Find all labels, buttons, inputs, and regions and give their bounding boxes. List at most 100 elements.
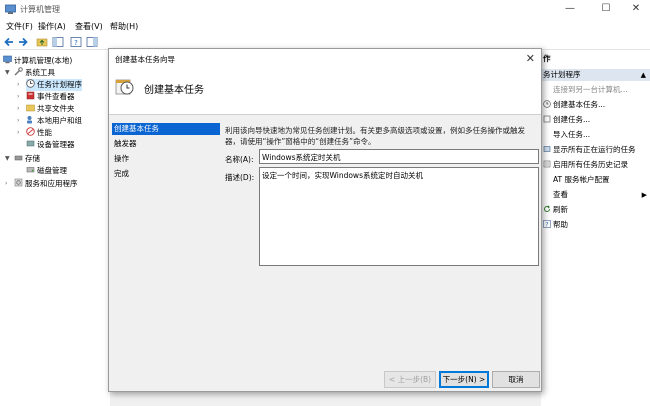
window-titlebar: 计算机管理 — ☐ ✕	[0, 0, 650, 19]
tree-item-services-apps[interactable]: 服务和应用程序	[14, 178, 78, 190]
tree-item-label: 任务计划程序	[37, 80, 82, 89]
show-tree-icon[interactable]	[52, 36, 64, 48]
wizard-header: 创建基本任务	[109, 69, 541, 115]
step-create-basic-task[interactable]: 创建基本任务	[112, 123, 220, 135]
tree-item-system-tools[interactable]: 系统工具	[14, 67, 55, 79]
collapse-arrow-icon[interactable]: ▼	[5, 67, 10, 79]
step-finish[interactable]: 完成	[112, 168, 220, 180]
actions-pane: 作 务计划程序 ▲ 连接到另一台计算机... 创建基本任务... 创建任务...…	[541, 52, 650, 406]
collapse-arrow-icon[interactable]: ▼	[5, 153, 10, 165]
minimize-button[interactable]: —	[560, 2, 580, 16]
device-manager-icon	[26, 140, 35, 147]
tree-item-label: 本地用户和组	[37, 116, 82, 125]
action-import-task[interactable]: 导入任务...	[543, 129, 590, 141]
tree-item-disk-management[interactable]: 磁盘管理	[26, 165, 67, 177]
action-enable-history[interactable]: 启用所有任务历史记录	[543, 159, 628, 171]
section-label: 务计划程序	[543, 70, 581, 79]
tools-icon	[14, 67, 23, 76]
horizontal-scrollbar[interactable]	[110, 390, 541, 406]
wizard-title: 创建基本任务向导	[115, 55, 175, 64]
tree-item-label: 磁盘管理	[37, 166, 67, 175]
wizard-titlebar: 创建基本任务向导 ✕	[109, 49, 541, 69]
action-label: 连接到另一台计算机...	[553, 85, 628, 94]
step-trigger[interactable]: 触发器	[112, 138, 220, 150]
services-icon	[14, 178, 23, 187]
properties-icon[interactable]	[86, 36, 98, 48]
tree-item-label: 事件查看器	[37, 92, 75, 101]
folder-up-icon[interactable]	[36, 36, 48, 48]
wizard-heading: 创建基本任务	[144, 85, 204, 96]
step-action[interactable]: 操作	[112, 153, 220, 165]
action-label: 导入任务...	[553, 130, 591, 139]
tree-item-label: 系统工具	[25, 68, 55, 77]
expand-arrow-icon[interactable]: ›	[17, 91, 19, 103]
wizard-steps: 创建基本任务 触发器 操作 完成	[112, 123, 220, 385]
action-at-service[interactable]: AT 服务帐户配置	[543, 174, 610, 186]
menu-file[interactable]: 文件(F)	[6, 21, 33, 32]
actions-section-task-scheduler[interactable]: 务计划程序 ▲	[541, 69, 650, 81]
close-button[interactable]: ✕	[626, 2, 646, 16]
back-button[interactable]: < 上一步(B)	[384, 371, 436, 388]
event-viewer-icon	[26, 91, 35, 100]
svg-text:?: ?	[545, 221, 548, 228]
expand-arrow-icon[interactable]: ›	[17, 127, 19, 139]
action-label: 创建基本任务...	[553, 100, 606, 109]
action-view[interactable]: 查看 ▶	[543, 189, 647, 201]
cancel-button[interactable]: 取消	[492, 371, 540, 388]
name-input[interactable]: Windows系统定时关机	[259, 149, 539, 164]
storage-icon	[14, 155, 23, 161]
help-icon[interactable]: ?	[70, 36, 82, 48]
performance-icon	[26, 127, 35, 136]
shared-folder-icon	[26, 104, 35, 112]
submenu-arrow-icon: ▶	[641, 191, 647, 199]
expand-arrow-icon[interactable]: ›	[17, 79, 19, 91]
create-basic-task-icon	[543, 100, 551, 108]
tree-item-storage[interactable]: 存储	[14, 153, 40, 165]
tree-item-label: 设备管理器	[37, 140, 75, 149]
refresh-icon	[544, 205, 550, 212]
svg-text:?: ?	[74, 39, 78, 47]
history-icon	[543, 160, 551, 168]
tree-item-performance[interactable]: 性能	[26, 127, 52, 139]
expand-arrow-icon[interactable]: ›	[17, 103, 19, 115]
tree-item-label: 服务和应用程序	[25, 179, 78, 188]
action-show-running[interactable]: 显示所有正在运行的任务	[543, 144, 636, 156]
action-create-basic-task[interactable]: 创建基本任务...	[543, 99, 605, 111]
tree-item-device-manager[interactable]: 设备管理器	[26, 139, 75, 151]
back-arrow-icon[interactable]	[3, 36, 15, 48]
actions-header: 作	[541, 53, 650, 65]
action-help[interactable]: ? 帮助	[543, 219, 568, 231]
collapse-caret-icon[interactable]: ▲	[641, 69, 646, 81]
maximize-button[interactable]: ☐	[596, 2, 616, 16]
next-button[interactable]: 下一步(N) >	[439, 371, 489, 388]
tree-item-shared-folders[interactable]: 共享文件夹	[26, 103, 75, 115]
menu-action[interactable]: 操作(A)	[38, 21, 66, 32]
action-label: 创建任务...	[553, 115, 591, 124]
menu-view[interactable]: 查看(V)	[75, 21, 103, 32]
clock-icon	[26, 79, 35, 88]
expand-arrow-icon[interactable]: ›	[5, 178, 7, 190]
tree-item-task-scheduler[interactable]: 任务计划程序	[26, 79, 82, 91]
action-label: 帮助	[553, 220, 568, 229]
tree-item-computer-management[interactable]: 计算机管理(本地)	[3, 55, 72, 67]
navigation-tree: 计算机管理(本地) ▼ 系统工具 › 任务计划程序 › 事件查看器 › 共享文件…	[0, 52, 110, 406]
action-refresh[interactable]: 刷新	[543, 204, 568, 216]
tree-item-local-users[interactable]: 本地用户和组	[26, 115, 82, 127]
expand-arrow-icon[interactable]: ›	[17, 115, 19, 127]
help-icon: ?	[543, 220, 551, 228]
description-textarea[interactable]: 设定一个时间，实现Windows系统定时自动关机	[259, 167, 539, 266]
action-connect[interactable]: 连接到另一台计算机...	[543, 84, 628, 96]
wizard-description: 利用该向导快速地为常见任务创建计划。有关更多高级选项或设置，例如多任务操作或触发…	[225, 126, 525, 146]
tree-item-event-viewer[interactable]: 事件查看器	[26, 91, 75, 103]
users-icon	[27, 116, 32, 124]
action-create-task[interactable]: 创建任务...	[543, 114, 590, 126]
create-basic-task-wizard: 创建基本任务向导 ✕ 创建基本任务 创建基本任务 触发器 操作 完成 利用该向导…	[108, 48, 542, 392]
wizard-close-icon[interactable]: ✕	[526, 52, 535, 65]
menu-help[interactable]: 帮助(H)	[110, 21, 138, 32]
action-label: 查看	[553, 190, 568, 199]
tree-item-label: 计算机管理(本地)	[14, 56, 73, 65]
blank-icon	[543, 130, 551, 138]
forward-arrow-icon[interactable]	[17, 36, 29, 48]
blank-icon	[543, 190, 551, 198]
computer-management-icon	[5, 4, 16, 14]
